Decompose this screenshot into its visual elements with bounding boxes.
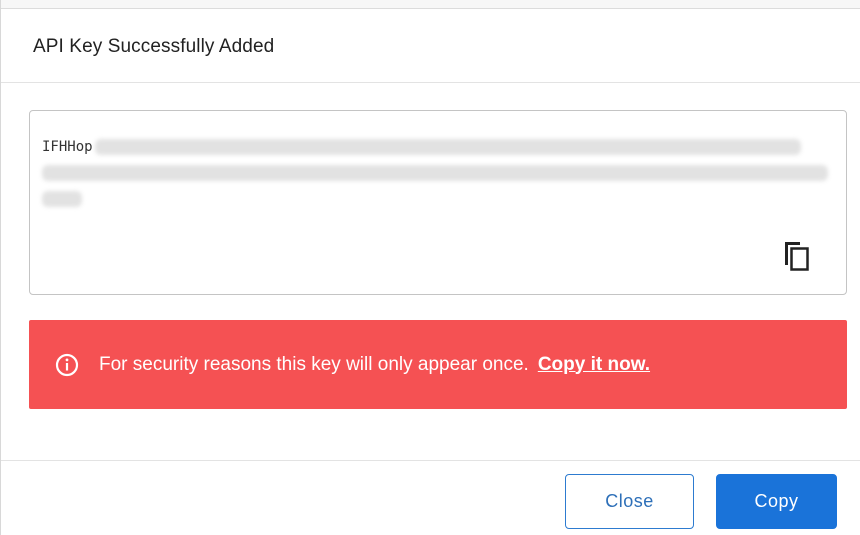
api-key-dialog: API Key Successfully Added IFHHop For se…	[0, 0, 860, 535]
background-page-edge	[1, 0, 860, 9]
copy-button[interactable]: Copy	[716, 474, 837, 529]
dialog-header: API Key Successfully Added	[1, 9, 860, 83]
api-key-redacted-segment	[42, 165, 828, 181]
api-key-redacted-segment	[94, 139, 801, 155]
footer-divider	[1, 460, 860, 461]
security-warning-message: For security reasons this key will only …	[99, 353, 529, 375]
api-key-visible-prefix: IFHHop	[42, 139, 93, 155]
api-key-redacted-segment	[42, 191, 82, 207]
dialog-title: API Key Successfully Added	[33, 36, 275, 57]
security-warning-banner: For security reasons this key will only …	[29, 320, 847, 409]
copy-it-now-link[interactable]: Copy it now.	[538, 354, 650, 376]
close-button[interactable]: Close	[565, 474, 694, 529]
copy-icon[interactable]	[782, 240, 810, 272]
api-key-field[interactable]: IFHHop	[29, 110, 847, 295]
info-circle-icon	[55, 353, 79, 376]
